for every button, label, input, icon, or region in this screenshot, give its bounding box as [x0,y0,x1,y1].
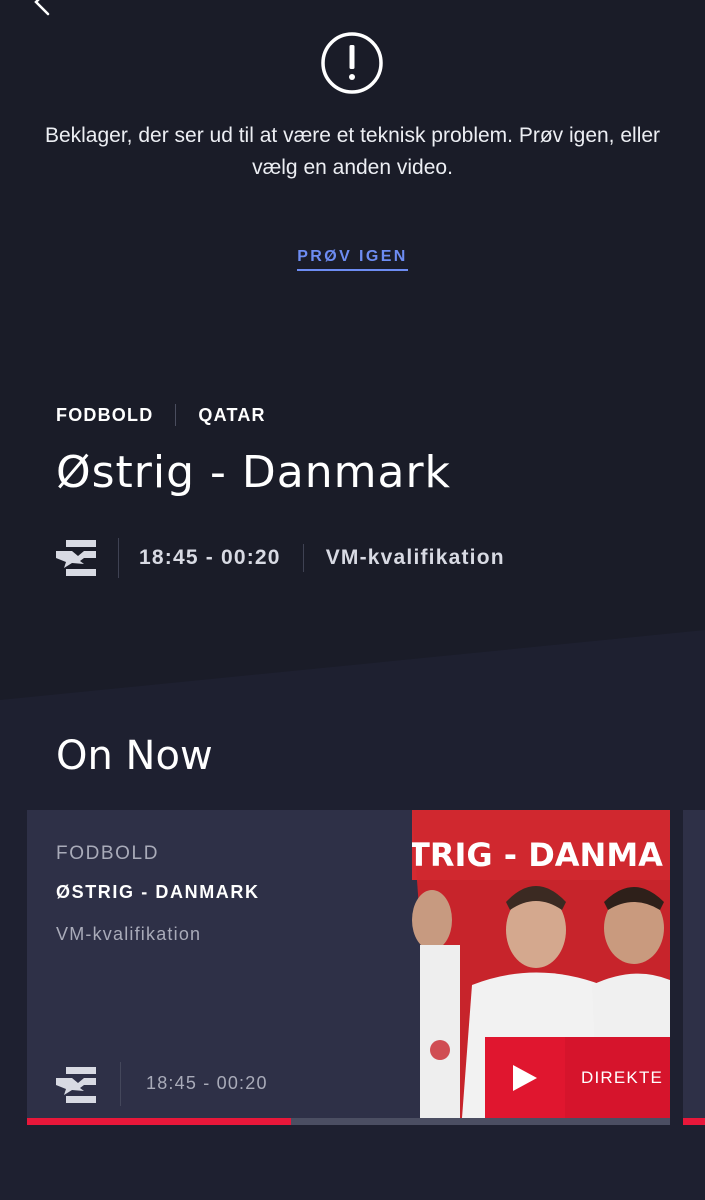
on-now-heading: On Now [56,733,213,779]
event-meta: FODBOLD QATAR [56,404,266,426]
divider [302,544,304,572]
channel-logo-icon [56,1067,96,1103]
event-sport: FODBOLD [56,404,154,425]
retry-container: PRØV IGEN [0,248,705,271]
play-icon [513,1064,537,1091]
error-icon [321,32,383,94]
event-time: 18:45 - 00:20 [139,546,281,569]
divider [120,1062,121,1106]
back-icon[interactable] [22,0,62,26]
divider [175,404,177,426]
event-info: 18:45 - 00:20 VM-kvalifikation [56,536,505,580]
retry-button[interactable]: PRØV IGEN [297,248,408,271]
progress-fill [27,1118,291,1125]
live-label: DIREKTE [581,1067,664,1087]
error-message: Beklager, der ser ud til at være et tekn… [44,124,661,179]
event-location: QATAR [198,404,266,425]
card-competition: VM-kvalifikation [56,924,202,944]
event-competition: VM-kvalifikation [325,546,505,569]
live-play-button[interactable]: DIREKTE [485,1037,670,1118]
card-sport: FODBOLD [56,843,160,864]
divider [118,538,119,578]
next-card-peek[interactable] [683,810,705,1125]
card-progress-bar [27,1118,670,1125]
thumbnail-text: TRIG - DANMA [412,836,663,874]
card-title: ØSTRIG - DANMARK [56,882,260,902]
on-now-card[interactable]: FODBOLD ØSTRIG - DANMARK VM-kvalifikatio… [27,810,670,1125]
card-time: 18:45 - 00:20 [146,1073,268,1093]
channel-logo-icon [56,540,96,576]
event-title: Østrig - Danmark [56,447,452,498]
